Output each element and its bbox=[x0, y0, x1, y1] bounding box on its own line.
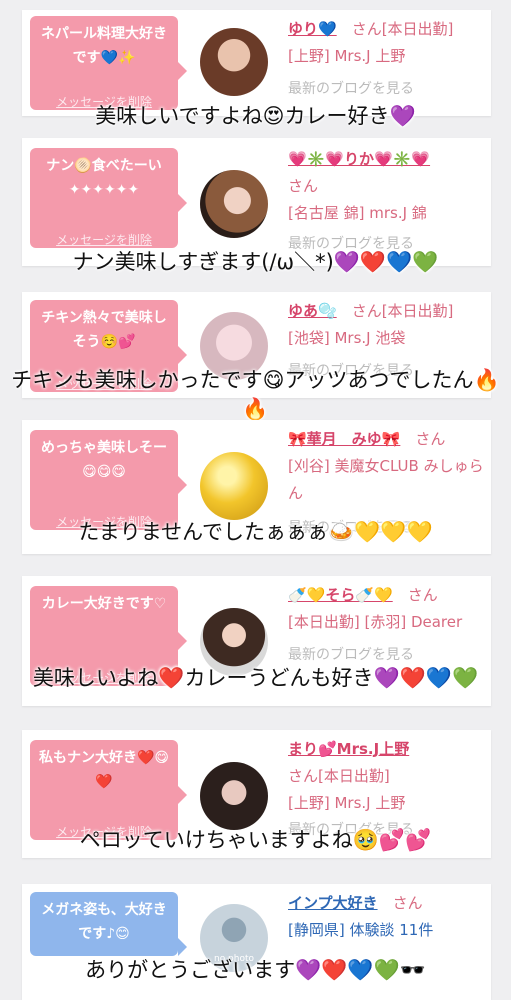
user-name-link[interactable]: 💗✳️💗りか💗✳️💗 bbox=[288, 150, 430, 168]
message-bubble: めっちゃ美味しそー😋😋😋 メッセージを削除 bbox=[30, 430, 187, 530]
message-text: ナン🫓食べたーい ✦✦✦✦✦✦ bbox=[46, 158, 162, 198]
message-text: チキン熱々で美味しそう☺️💕 bbox=[41, 310, 167, 350]
user-name-link[interactable]: 🎀華月 みゆ🎀 bbox=[288, 430, 400, 448]
caption-overlay: チキンも美味しかったです😋アッツあつでしたん🔥🔥 bbox=[11, 368, 500, 421]
caption-overlay: ありがとうございます💜❤️💙💚🕶️ bbox=[85, 958, 426, 982]
shop-name: [刈谷] 美魔女CLUB みしゅらん bbox=[288, 457, 484, 502]
user-status: さん bbox=[392, 894, 423, 912]
user-status: さん[本日出勤] bbox=[351, 302, 454, 320]
caption-overlay: ナン美味しすぎます(/ω＼*)💜❤️💙💚 bbox=[72, 250, 439, 274]
caption-overlay: 美味しいよね❤️カレーうどんも好き💜❤️💙💚 bbox=[32, 666, 479, 690]
user-name-link[interactable]: インプ大好き bbox=[288, 894, 378, 912]
message-text: カレー大好きです♡ bbox=[41, 596, 167, 612]
message-text: めっちゃ美味しそー😋😋😋 bbox=[41, 440, 167, 480]
message-bubble: 私もナン大好き❤️😋❤️ メッセージを削除 bbox=[30, 740, 187, 840]
message-text: 私もナン大好き❤️😋❤️ bbox=[38, 750, 170, 790]
caption-overlay: 美味しいですよね😍カレー好き💜 bbox=[95, 104, 416, 128]
user-status: さん[本日出勤] bbox=[351, 20, 454, 38]
avatar[interactable] bbox=[200, 452, 268, 520]
shop-name: [池袋] Mrs.J 池袋 bbox=[288, 329, 406, 347]
user-name-link[interactable]: まり💕Mrs.J上野 bbox=[288, 740, 409, 758]
avatar[interactable] bbox=[200, 28, 268, 96]
shop-name: [上野] Mrs.J 上野 bbox=[288, 794, 406, 812]
user-status: さん bbox=[415, 430, 446, 448]
shop-name: [本日出勤] [赤羽] Dearer bbox=[288, 613, 463, 631]
user-status: さん bbox=[288, 177, 319, 195]
user-name-link[interactable]: ゆあ🫧 bbox=[288, 302, 337, 320]
message-card: ネパール料理大好きです💙✨ メッセージを削除 ゆり💙 さん[本日出勤] [上野]… bbox=[22, 10, 491, 116]
avatar[interactable] bbox=[200, 762, 268, 830]
caption-overlay: ペロッていけちゃいますよね🥹💕💕 bbox=[79, 828, 432, 852]
shop-name: [上野] Mrs.J 上野 bbox=[288, 47, 406, 65]
message-bubble: ネパール料理大好きです💙✨ メッセージを削除 bbox=[30, 16, 187, 110]
user-info: 🍼💛そら🍼💛 さん [本日出勤] [赤羽] Dearer 最新のブログを見る bbox=[288, 582, 484, 669]
user-info: ゆり💙 さん[本日出勤] [上野] Mrs.J 上野 最新のブログを見る bbox=[288, 16, 484, 103]
user-name-link[interactable]: 🍼💛そら🍼💛 bbox=[288, 586, 393, 604]
user-info: インプ大好き さん [静岡県] 体験談 11件 bbox=[288, 890, 484, 944]
caption-overlay: たまりませんでしたぁぁぁ🍛💛💛💛 bbox=[78, 520, 433, 544]
avatar[interactable] bbox=[200, 170, 268, 238]
user-name-link[interactable]: ゆり💙 bbox=[288, 20, 337, 38]
message-text: ネパール料理大好きです💙✨ bbox=[41, 26, 167, 66]
message-text: メガネ姿も、大好きです♪😊 bbox=[41, 902, 167, 942]
review-info[interactable]: [静岡県] 体験談 11件 bbox=[288, 917, 484, 944]
blog-link[interactable]: 最新のブログを見る bbox=[288, 76, 484, 103]
message-bubble: ナン🫓食べたーい ✦✦✦✦✦✦ メッセージを削除 bbox=[30, 148, 187, 248]
user-info: 💗✳️💗りか💗✳️💗 さん [名古屋 錦] mrs.J 錦 最新のブログを見る bbox=[288, 146, 484, 258]
message-bubble: メガネ姿も、大好きです♪😊 bbox=[30, 892, 187, 956]
shop-name: [名古屋 錦] mrs.J 錦 bbox=[288, 204, 427, 222]
user-status: さん bbox=[407, 586, 438, 604]
user-status: さん[本日出勤] bbox=[288, 767, 390, 785]
message-card: ナン🫓食べたーい ✦✦✦✦✦✦ メッセージを削除 💗✳️💗りか💗✳️💗 さん [… bbox=[22, 138, 491, 266]
